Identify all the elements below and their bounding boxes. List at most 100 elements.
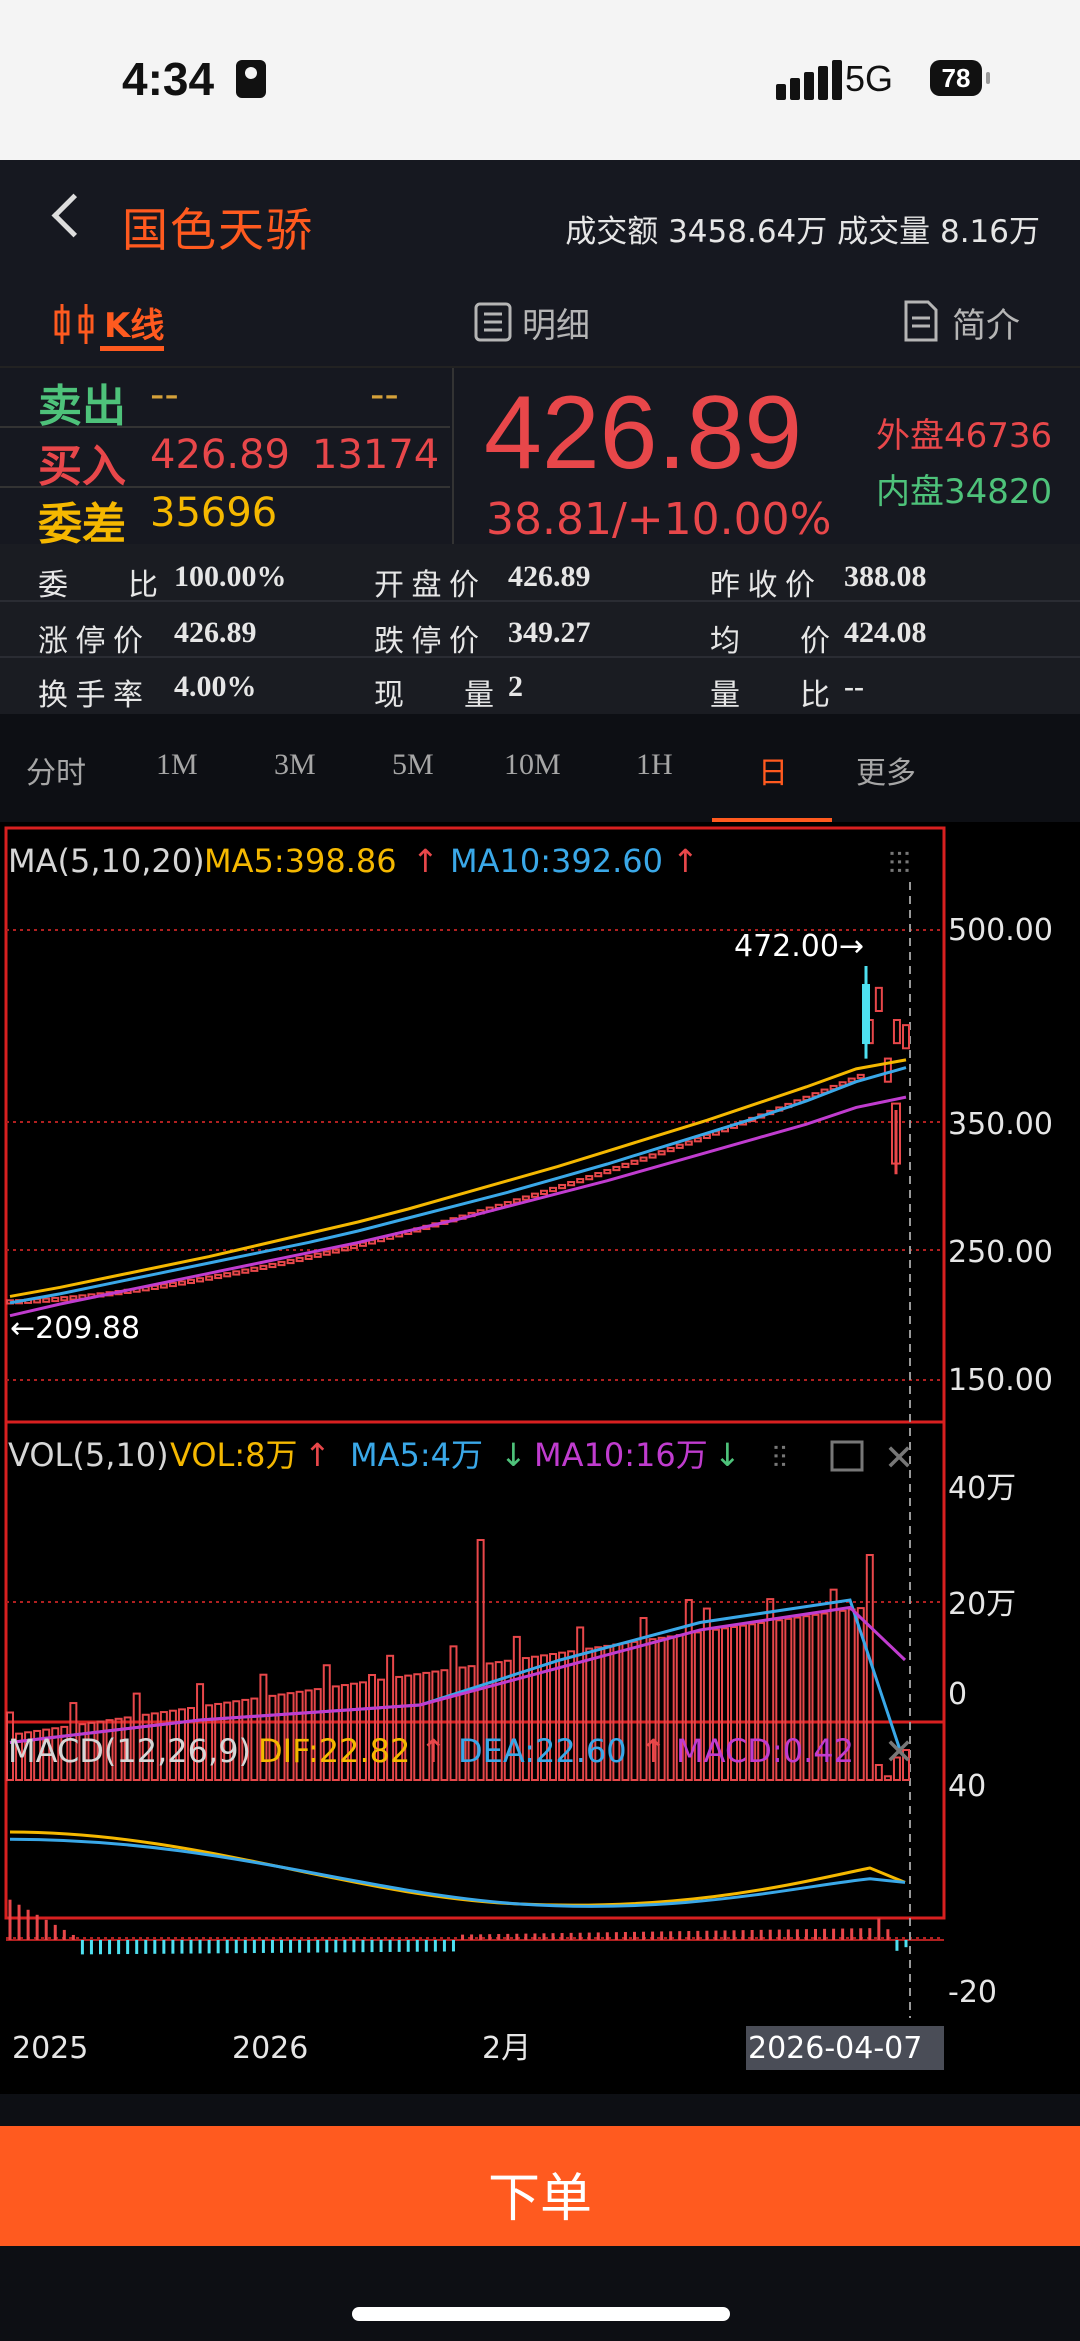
svg-text:↓: ↓: [500, 1436, 527, 1474]
x-tick: 2月: [482, 2031, 531, 2066]
candle: [521, 1195, 530, 1201]
svg-text:↑: ↑: [420, 1732, 447, 1770]
candle: [51, 1296, 60, 1303]
candle: [675, 1143, 684, 1149]
ma-line: [9, 1066, 907, 1305]
stat-label: 委 比: [38, 569, 158, 602]
ma10-legend: MA10:392.60: [450, 842, 663, 880]
candle: [549, 1186, 558, 1193]
fullscreen-icon: [830, 1440, 864, 1472]
candle: [693, 1137, 702, 1143]
volume-bar: [630, 1640, 639, 1781]
candle: [349, 1243, 358, 1250]
vol-legend: VOL:8万: [170, 1436, 298, 1474]
volume-ma-lines: [9, 1598, 907, 1751]
stat-value: 424.08: [844, 616, 927, 649]
period-tab[interactable]: 分时: [26, 748, 86, 792]
y-tick: 350.00: [948, 1107, 1053, 1142]
candle: [277, 1260, 286, 1267]
period-tab-active[interactable]: 日: [758, 748, 788, 792]
candle: [168, 1281, 177, 1288]
macd-bars: [8, 1899, 908, 1955]
period-tab[interactable]: 1H: [636, 748, 673, 782]
ma-lines: [9, 1058, 907, 1318]
x-tick: 2026: [232, 2031, 308, 2066]
candlestick-icon: [54, 304, 94, 344]
chart-area[interactable]: MA(5,10,20) MA5:398.86 ↑ MA10:392.60 ↑ ⫶…: [0, 822, 1080, 2094]
candle: [621, 1162, 630, 1169]
candle: [594, 1172, 603, 1178]
stat-label: 开 盘 价: [374, 569, 479, 602]
stat-label: 现 量: [374, 679, 494, 712]
tab-underline: [100, 346, 164, 351]
candle: [539, 1189, 548, 1195]
person-icon: [236, 60, 266, 98]
x-tick-current: 2026-04-07: [748, 2031, 922, 2066]
stat-value: --: [844, 670, 864, 703]
stat-value: 426.89: [508, 560, 591, 593]
order-button[interactable]: 下单: [0, 2126, 1080, 2246]
candle: [159, 1283, 168, 1289]
home-indicator: [352, 2307, 730, 2321]
outer-volume: 外盘46736: [876, 416, 1053, 456]
back-icon[interactable]: [51, 193, 96, 238]
candle: [340, 1246, 349, 1252]
tab-detail[interactable]: 明细: [522, 298, 590, 347]
candle: [286, 1258, 295, 1265]
volume-bar: [883, 1775, 892, 1781]
stat-value: 388.08: [844, 560, 927, 593]
candle: [268, 1262, 277, 1269]
list-icon: [474, 302, 512, 342]
period-tab-more[interactable]: 更多: [856, 748, 916, 792]
stat-label: 涨 停 价: [38, 625, 143, 658]
buy-label: 买入: [38, 441, 126, 492]
candle: [187, 1278, 196, 1285]
stat-value: 426.89: [174, 616, 257, 649]
stat-value: 100.00%: [174, 560, 287, 593]
candle: [684, 1140, 693, 1146]
period-tab[interactable]: 5M: [392, 748, 434, 782]
candle: [657, 1150, 666, 1156]
quote-panel: 卖出 -- -- 买入 426.89 13174 委差 35696 426.89…: [0, 366, 1080, 550]
macd-lines: [9, 1830, 906, 1908]
stat-label: 均 价: [710, 625, 830, 658]
candle: [585, 1175, 594, 1181]
diff-label: 委差: [38, 499, 126, 550]
period-tab[interactable]: 3M: [274, 748, 316, 782]
network-label: 5G: [845, 58, 894, 99]
candle: [223, 1272, 232, 1278]
kline-chart[interactable]: MA(5,10,20) MA5:398.86 ↑ MA10:392.60 ↑ ⫶…: [0, 822, 1080, 2094]
candle: [612, 1165, 621, 1172]
candle: [304, 1254, 313, 1260]
tab-kline[interactable]: K线: [104, 298, 164, 347]
volume-bar: [250, 1697, 259, 1781]
inner-volume: 内盘34820: [876, 472, 1053, 512]
y-tick: 0: [948, 1677, 967, 1712]
y-tick: 40万: [948, 1471, 1016, 1506]
candle: [295, 1256, 304, 1263]
candle: [892, 1019, 901, 1045]
stat-value: 349.27: [508, 616, 591, 649]
svg-text:↑: ↑: [672, 842, 699, 880]
low-annotation: ←209.88: [10, 1311, 140, 1346]
period-tab[interactable]: 1M: [156, 748, 198, 782]
candle: [567, 1181, 576, 1187]
period-tab[interactable]: 10M: [504, 748, 561, 782]
y-tick: -20: [948, 1975, 997, 2010]
stat-value: 2: [508, 670, 523, 703]
period-tabs: 分时 1M 3M 5M 10M 1H 日 更多: [0, 722, 1080, 824]
tab-intro[interactable]: 简介: [952, 298, 1020, 347]
ma-line: [9, 1058, 907, 1298]
vol-title: VOL(5,10): [8, 1436, 169, 1474]
candle: [902, 1024, 910, 1050]
close-icon: ✕: [884, 1438, 914, 1479]
svg-text:↑: ↑: [412, 842, 439, 880]
candle: [250, 1266, 259, 1272]
diff-value: 35696: [150, 490, 278, 536]
dea-legend: DEA:22.60: [458, 1732, 627, 1770]
turnover-text: 成交额 3458.64万 成交量 8.16万: [565, 214, 1040, 250]
stat-label: 跌 停 价: [374, 625, 479, 658]
candle: [603, 1168, 612, 1175]
candle: [576, 1178, 585, 1184]
tab-bar: K线 明细 简介: [0, 280, 1080, 366]
